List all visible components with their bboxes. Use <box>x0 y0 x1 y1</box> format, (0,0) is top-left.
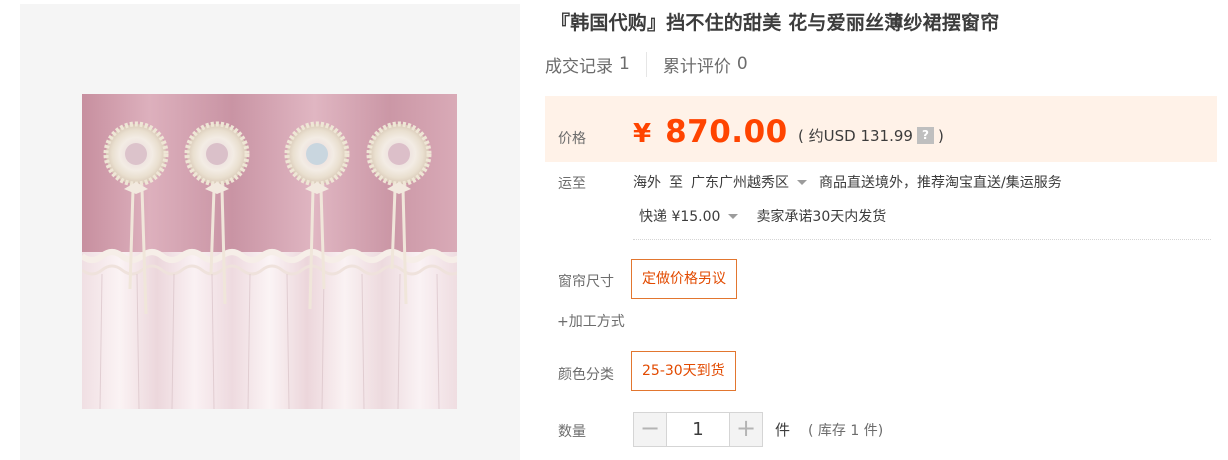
price-amount: 870.00 <box>665 114 788 150</box>
size-option-button[interactable]: 定做价格另议 <box>631 259 737 299</box>
shipping-method-select[interactable]: 快递 ¥15.00 <box>639 206 720 226</box>
color-label: 颜色分类 <box>558 367 614 383</box>
craft-option-link[interactable]: +加工方式 <box>557 311 625 331</box>
quantity-box: − + <box>633 412 763 447</box>
usd-price-close: ) <box>937 126 944 145</box>
shipping-to: 至 <box>669 175 683 191</box>
usd-price-text: ( 约USD 131.99 <box>798 127 913 145</box>
product-image[interactable] <box>82 94 457 409</box>
deals-stat[interactable]: 成交记录 1 <box>545 52 646 77</box>
price-currency: ¥ <box>633 119 652 149</box>
quantity-stepper: − + 件 ( 库存 1 件) <box>633 412 883 447</box>
help-icon[interactable]: ? <box>916 127 934 144</box>
reviews-label: 累计评价 <box>662 56 731 77</box>
chevron-down-icon[interactable] <box>728 213 739 219</box>
price-panel: 价格 ¥ 870.00 ( 约USD 131.99 ? ) <box>545 96 1217 162</box>
curtain-illustration <box>82 94 457 409</box>
quantity-input[interactable] <box>666 413 730 446</box>
product-detail-page: 『韩国代购』挡不住的甜美 花与爱丽丝薄纱裙摆窗帘 成交记录 1 累计评价 0 价… <box>0 0 1228 460</box>
reviews-stat[interactable]: 累计评价 0 <box>645 51 764 77</box>
product-stats: 成交记录 1 累计评价 0 <box>545 51 764 77</box>
stock-info: ( 库存 1 件) <box>808 422 884 439</box>
decrease-button[interactable]: − <box>634 413 666 446</box>
divider <box>633 239 1211 240</box>
usd-price: ( 约USD 131.99 ? ) <box>798 125 944 146</box>
shipping-destination-row: 海外 至 广东广州越秀区 商品直送境外，推荐淘宝直送/集运服务 <box>633 172 1062 192</box>
increase-button[interactable]: + <box>730 413 762 446</box>
shipping-method-row: 快递 ¥15.00 卖家承诺30天内发货 <box>639 206 886 226</box>
product-info: 『韩国代购』挡不住的甜美 花与爱丽丝薄纱裙摆窗帘 成交记录 1 累计评价 0 价… <box>545 0 1228 460</box>
shipping-promise: 卖家承诺30天内发货 <box>756 209 887 225</box>
product-title: 『韩国代购』挡不住的甜美 花与爱丽丝薄纱裙摆窗帘 <box>551 12 1000 34</box>
shipping-origin: 海外 <box>633 175 661 191</box>
chevron-down-icon[interactable] <box>797 179 807 185</box>
quantity-unit: 件 <box>775 421 791 439</box>
size-label: 窗帘尺寸 <box>558 274 614 290</box>
product-gallery <box>20 4 520 460</box>
deals-label: 成交记录 <box>545 56 613 77</box>
quantity-label: 数量 <box>558 424 586 440</box>
price-value: ¥ 870.00 <box>633 114 788 150</box>
price-label: 价格 <box>558 131 586 147</box>
reviews-count: 0 <box>736 54 748 74</box>
color-option-button[interactable]: 25-30天到货 <box>631 351 736 391</box>
shipping-direct-note: 商品直送境外，推荐淘宝直送/集运服务 <box>819 175 1062 191</box>
deals-count: 1 <box>619 54 630 74</box>
shipping-destination-select[interactable]: 广东广州越秀区 <box>691 172 789 192</box>
shipping-label: 运至 <box>558 176 586 192</box>
